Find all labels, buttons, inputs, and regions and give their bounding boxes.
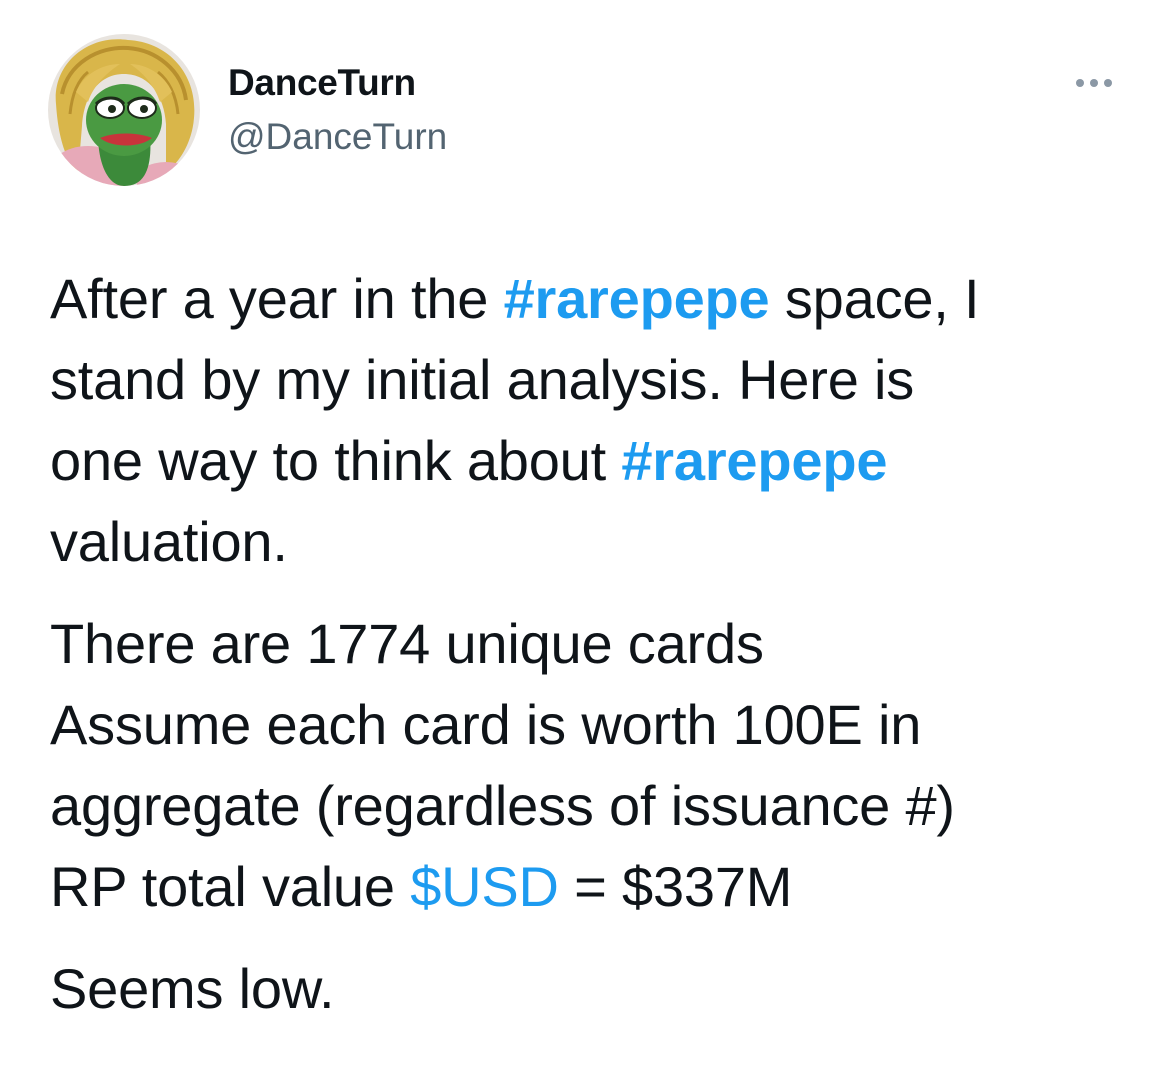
more-icon[interactable] — [1068, 66, 1120, 100]
text-segment: After a year in the — [50, 267, 504, 330]
tweet-text: After a year in the #rarepepe space, I s… — [50, 258, 1140, 1029]
more-dot — [1090, 79, 1098, 87]
text-segment: space, I — [769, 267, 980, 330]
tweet-paragraph: After a year in the #rarepepe space, I s… — [50, 258, 1140, 582]
more-dot — [1076, 79, 1084, 87]
author-handle[interactable]: @DanceTurn — [228, 116, 447, 158]
tweet-line: After a year in the #rarepepe space, I — [50, 258, 1140, 339]
tweet-line: RP total value $USD = $337M — [50, 846, 1140, 927]
tweet-line: stand by my initial analysis. Here is — [50, 348, 915, 411]
pepe-frog-avatar — [48, 34, 200, 186]
text-segment: = $337M — [558, 855, 793, 918]
tweet-line: There are 1774 unique cards — [50, 612, 764, 675]
tweet-line: aggregate (regardless of issuance #) — [50, 774, 955, 837]
tweet-line: valuation. — [50, 510, 288, 573]
tweet-line: Seems low. — [50, 957, 335, 1020]
tweet: DanceTurn @DanceTurn After a year in the… — [0, 0, 1170, 1080]
hashtag-link[interactable]: #rarepepe — [621, 429, 887, 492]
tweet-paragraph: There are 1774 unique cards Assume each … — [50, 603, 1140, 927]
text-segment: RP total value — [50, 855, 411, 918]
tweet-line: one way to think about #rarepepe — [50, 420, 1140, 501]
author-display-name[interactable]: DanceTurn — [228, 62, 416, 104]
more-dot — [1104, 79, 1112, 87]
tweet-line: Assume each card is worth 100E in — [50, 693, 922, 756]
text-segment: one way to think about — [50, 429, 622, 492]
cashtag-link[interactable]: $USD — [410, 855, 559, 918]
avatar[interactable] — [48, 34, 200, 186]
hashtag-link[interactable]: #rarepepe — [504, 267, 770, 330]
tweet-paragraph: Seems low. — [50, 948, 1140, 1029]
